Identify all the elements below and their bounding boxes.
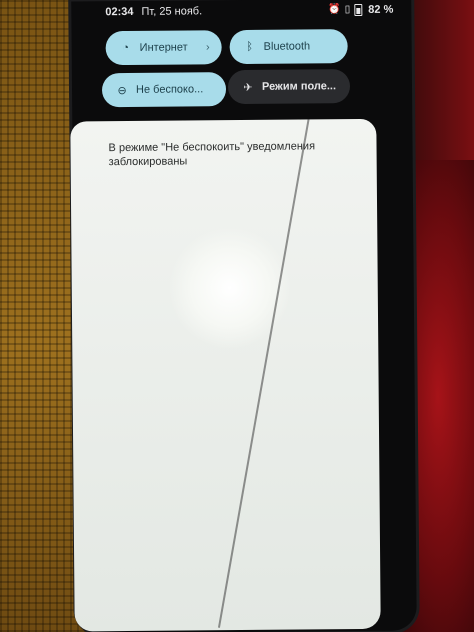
- tile-airplane-label: Режим поле...: [261, 80, 337, 93]
- bluetooth-icon: ᛒ: [246, 40, 254, 53]
- screen-crack-line: [217, 118, 311, 628]
- status-bar: 02:34 Пт, 25 нояб. ⏰ ▯ 82 %: [105, 1, 393, 22]
- alarm-icon: ⏰: [328, 4, 341, 16]
- tile-internet-label: Интернет: [139, 41, 188, 54]
- wifi-icon: ◔: [122, 41, 130, 55]
- phone-screen: 02:34 Пт, 25 нояб. ⏰ ▯ 82 % ◔ Интернет ›…: [70, 0, 417, 632]
- tile-bluetooth[interactable]: ᛒ Bluetooth: [229, 29, 348, 65]
- tile-dnd-label: Не беспоко...: [135, 83, 204, 96]
- tile-do-not-disturb[interactable]: ⊖ Не беспоко...: [101, 72, 227, 108]
- dnd-icon: ⊖: [117, 84, 127, 97]
- status-time: 02:34: [105, 5, 134, 19]
- airplane-icon: ✈: [243, 81, 253, 94]
- chevron-right-icon[interactable]: ›: [206, 41, 210, 53]
- battery-icon: [354, 3, 363, 17]
- status-date: Пт, 25 нояб.: [141, 5, 203, 18]
- status-icons: ⏰ ▯ 82 %: [328, 4, 393, 17]
- battery-percent: 82 %: [368, 3, 394, 16]
- dnd-blocked-message: В режиме "Не беспокоить" уведомления заб…: [108, 140, 316, 169]
- tile-airplane-mode[interactable]: ✈ Режим поле...: [227, 69, 351, 105]
- tile-bluetooth-label: Bluetooth: [263, 40, 311, 53]
- notification-panel: В режиме "Не беспокоить" уведомления заб…: [70, 118, 381, 632]
- tile-internet[interactable]: ◔ Интернет ›: [105, 30, 222, 66]
- vibrate-icon: ▯: [344, 4, 351, 16]
